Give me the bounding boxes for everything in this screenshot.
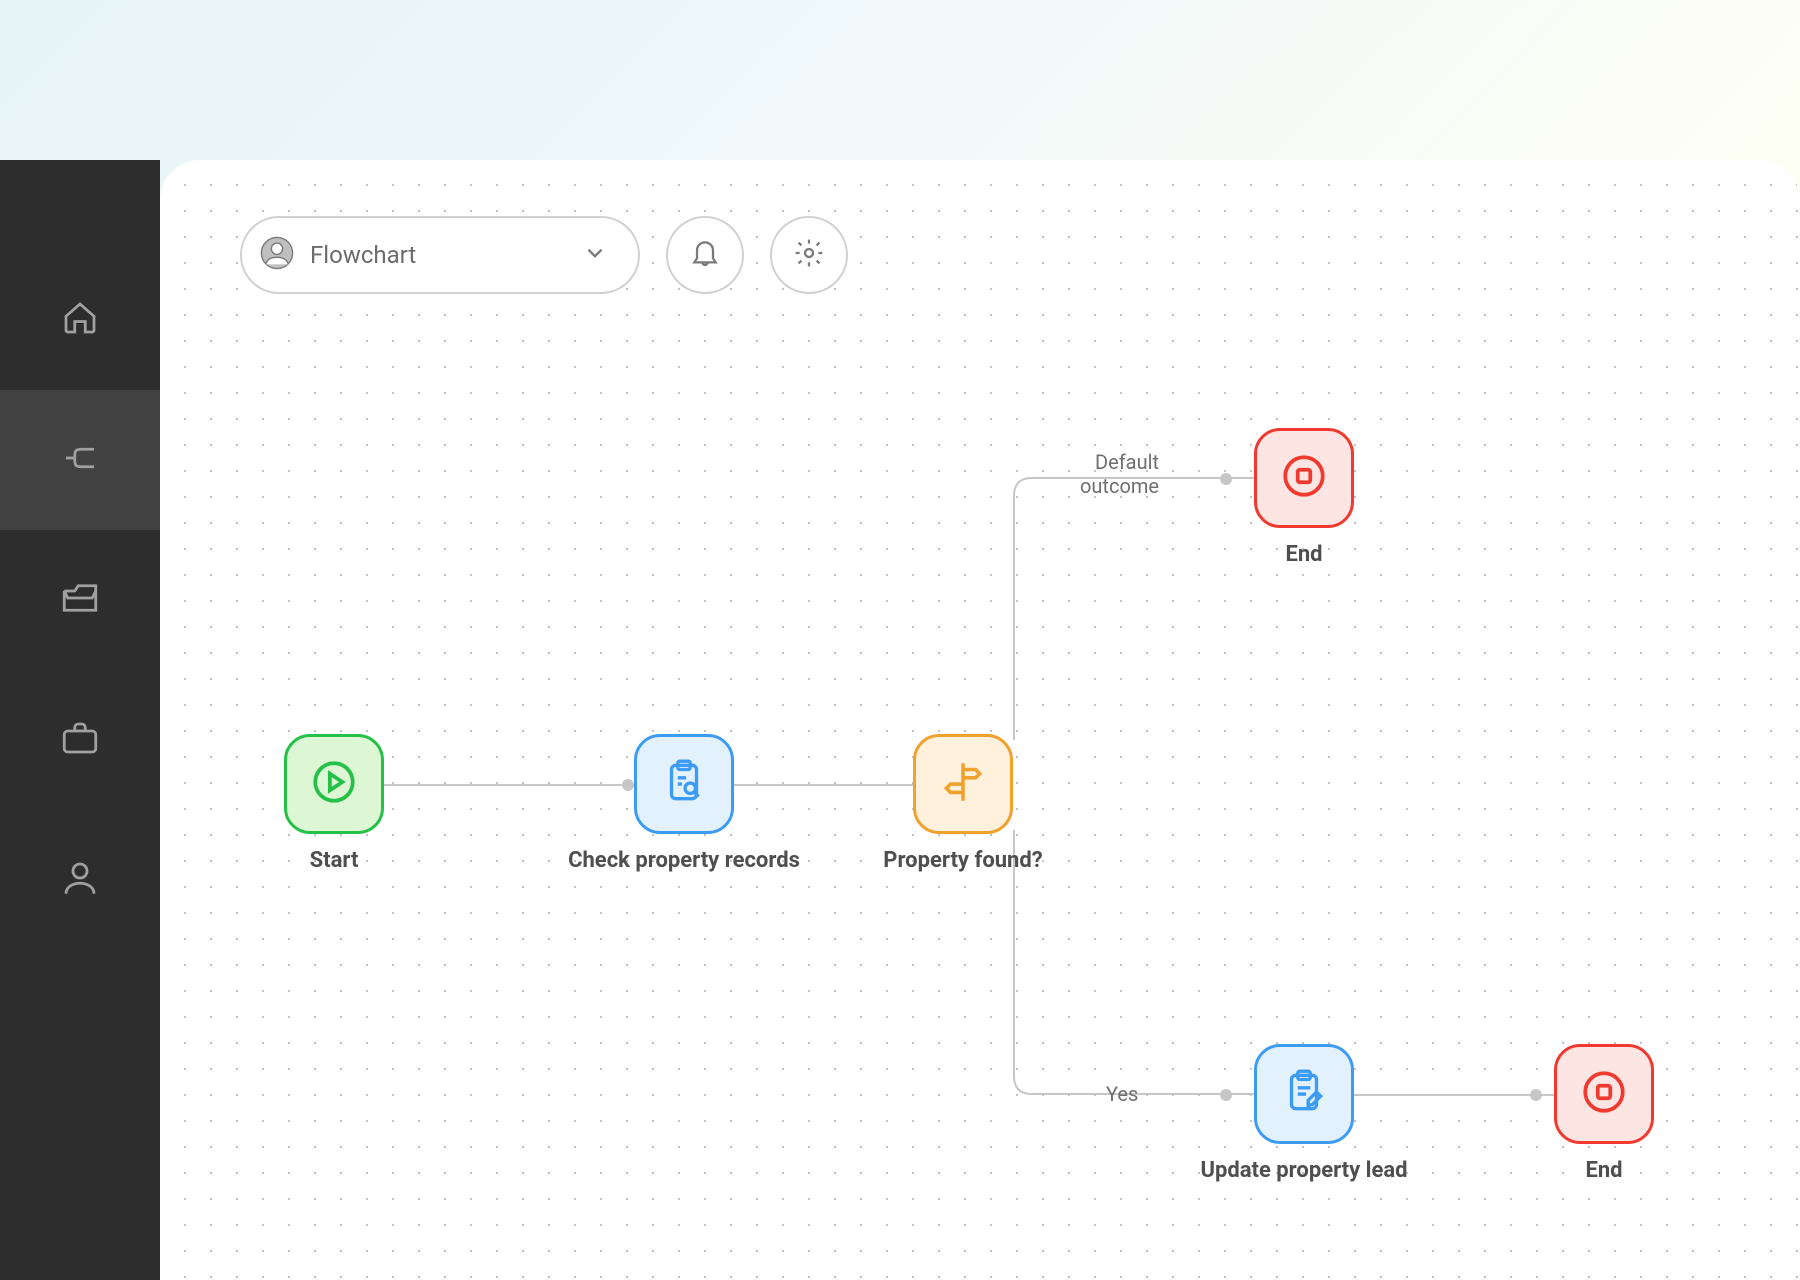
node-end-right[interactable]: End (1554, 1044, 1654, 1183)
sidebar-item-home[interactable] (0, 250, 160, 390)
node-check[interactable]: Check property records (534, 734, 834, 873)
gear-icon (793, 237, 825, 273)
sidebar-item-user[interactable] (0, 810, 160, 950)
decision-node-box[interactable] (913, 734, 1013, 834)
node-end-top[interactable]: End (1254, 428, 1354, 567)
settings-button[interactable] (770, 216, 848, 294)
edge-label-yes: Yes (1106, 1082, 1138, 1106)
folder-icon (59, 577, 101, 623)
node-label: Update property lead (1154, 1158, 1454, 1183)
chevron-down-icon (582, 240, 608, 270)
flow-icon (59, 437, 101, 483)
flowchart-canvas[interactable]: Flowchart (160, 160, 1800, 1280)
check-node-box[interactable] (634, 734, 734, 834)
sidebar-item-folder[interactable] (0, 530, 160, 670)
view-selector-label: Flowchart (310, 241, 566, 269)
node-label: Property found? (828, 848, 1098, 873)
edge-label-default: Default outcome (1080, 450, 1159, 498)
sidebar (0, 160, 160, 1280)
edge-label-line1: Default outcome (1080, 450, 1159, 498)
canvas-wrapper: Flowchart (160, 160, 1800, 1280)
end-node-box[interactable] (1254, 428, 1354, 528)
stop-icon (1579, 1067, 1629, 1121)
signpost-icon (938, 757, 988, 811)
edge-dot (1530, 1089, 1542, 1101)
node-label: Start (234, 848, 434, 873)
edge-dot (1220, 473, 1232, 485)
stop-icon (1279, 451, 1329, 505)
play-icon (309, 757, 359, 811)
node-start[interactable]: Start (234, 734, 434, 873)
end-node-box[interactable] (1554, 1044, 1654, 1144)
user-icon (59, 857, 101, 903)
notifications-button[interactable] (666, 216, 744, 294)
bell-icon (689, 237, 721, 273)
home-icon (59, 297, 101, 343)
sidebar-item-briefcase[interactable] (0, 670, 160, 810)
update-node-box[interactable] (1254, 1044, 1354, 1144)
node-update[interactable]: Update property lead (1154, 1044, 1454, 1183)
node-label: Check property records (534, 848, 834, 873)
clipboard-search-icon (659, 757, 709, 811)
start-node-box[interactable] (284, 734, 384, 834)
view-selector[interactable]: Flowchart (240, 216, 640, 294)
briefcase-icon (59, 717, 101, 763)
toolbar: Flowchart (240, 216, 848, 294)
node-label: End (1254, 542, 1354, 567)
avatar-icon (260, 236, 294, 274)
node-decision[interactable]: Property found? (828, 734, 1098, 873)
node-label: End (1554, 1158, 1654, 1183)
clipboard-edit-icon (1279, 1067, 1329, 1121)
sidebar-item-flow[interactable] (0, 390, 160, 530)
